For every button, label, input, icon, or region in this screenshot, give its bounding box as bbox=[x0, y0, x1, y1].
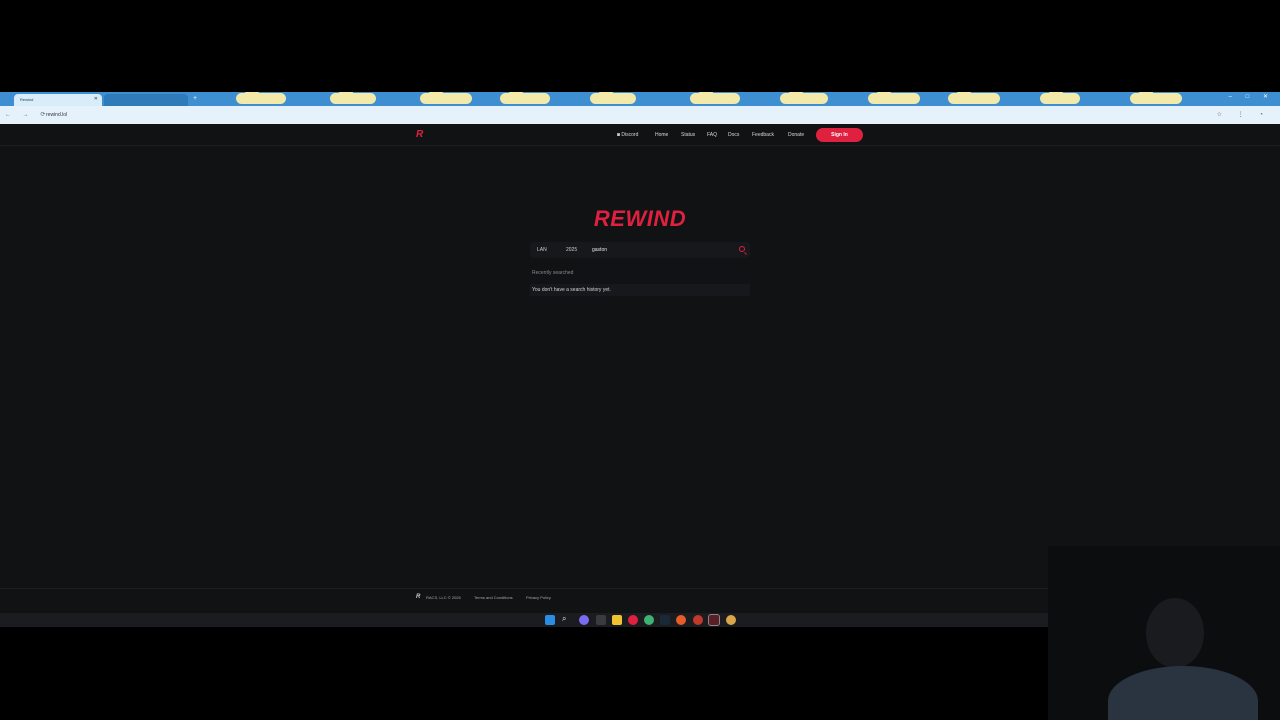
chrome-icon[interactable] bbox=[644, 615, 654, 625]
theme-cloud bbox=[236, 92, 286, 104]
site-logo[interactable]: R bbox=[416, 129, 423, 140]
webcam-person-head bbox=[1146, 598, 1204, 668]
new-tab-button[interactable]: + bbox=[193, 95, 197, 102]
privacy-link[interactable]: Privacy Policy bbox=[526, 595, 551, 600]
browser-toolbar-icons[interactable]: ☆ ⋮ ◔ bbox=[1217, 111, 1270, 118]
copilot-icon[interactable] bbox=[579, 615, 589, 625]
address-bar: ← → ⟳ rewind.lol ☆ ⋮ ◔ bbox=[0, 106, 1280, 124]
theme-cloud bbox=[330, 92, 376, 104]
url-field[interactable]: rewind.lol bbox=[46, 110, 426, 120]
feedback-link[interactable]: Feedback bbox=[752, 132, 774, 138]
theme-cloud bbox=[690, 92, 740, 104]
history-header: Recently searched bbox=[532, 270, 574, 276]
theme-cloud bbox=[1040, 92, 1080, 104]
search-icon[interactable] bbox=[739, 246, 745, 252]
tab-rewind[interactable]: Rewind ✕ bbox=[14, 94, 102, 106]
faq-link[interactable]: FAQ bbox=[707, 132, 717, 138]
file-explorer-icon[interactable] bbox=[612, 615, 622, 625]
theme-cloud bbox=[500, 92, 550, 104]
footer-logo: R bbox=[416, 594, 421, 600]
year-filter[interactable]: 2025 bbox=[566, 247, 577, 253]
nav-buttons[interactable]: ← → ⟳ bbox=[5, 111, 50, 118]
taskbar: ⌕ bbox=[0, 613, 1048, 627]
windows-start-icon[interactable] bbox=[545, 615, 555, 625]
search-bar: LAN 2025 bbox=[530, 242, 750, 258]
webcam-overlay bbox=[1048, 546, 1280, 720]
theme-cloud bbox=[948, 92, 1000, 104]
donate-link[interactable]: Donate bbox=[788, 132, 804, 138]
browser-tabstrip: Rewind ✕ bbox=[0, 92, 1280, 106]
site-navbar: R ◙ Discord Home Status FAQ Docs Feedbac… bbox=[0, 124, 1280, 146]
steam-icon[interactable] bbox=[660, 615, 670, 625]
sign-in-button[interactable]: Sign In bbox=[816, 128, 863, 142]
hero-title: REWIND bbox=[593, 206, 687, 231]
theme-cloud bbox=[420, 92, 472, 104]
screen: Rewind ✕ + – □ ✕ ← → ⟳ rewind.lol ☆ ⋮ ◔ … bbox=[0, 0, 1280, 720]
docs-link[interactable]: Docs bbox=[728, 132, 739, 138]
discord-link[interactable]: ◙ Discord bbox=[617, 132, 638, 138]
terminal-icon[interactable] bbox=[596, 615, 606, 625]
web-page: R ◙ Discord Home Status FAQ Docs Feedbac… bbox=[0, 124, 1280, 613]
app-icon-active[interactable] bbox=[708, 614, 720, 626]
search-input[interactable] bbox=[592, 244, 732, 256]
mode-filter[interactable]: LAN bbox=[537, 247, 547, 253]
theme-cloud bbox=[780, 92, 828, 104]
firefox-icon[interactable] bbox=[676, 615, 686, 625]
theme-cloud bbox=[1130, 92, 1182, 104]
discord-label: Discord bbox=[621, 132, 639, 138]
copyright: RACS, LLC © 2026 bbox=[426, 595, 461, 600]
search-history: Recently searched You don't have a searc… bbox=[530, 268, 750, 298]
close-tab-icon[interactable]: ✕ bbox=[94, 96, 98, 102]
history-empty-message: You don't have a search history yet. bbox=[530, 284, 750, 296]
theme-cloud bbox=[868, 92, 920, 104]
tab-label: Rewind bbox=[20, 97, 34, 102]
terms-link[interactable]: Terms and Conditions bbox=[474, 595, 513, 600]
status-link[interactable]: Status bbox=[681, 132, 695, 138]
webcam-person-body bbox=[1108, 666, 1258, 720]
app-icon-2[interactable] bbox=[726, 615, 736, 625]
window-controls[interactable]: – □ ✕ bbox=[1229, 93, 1274, 100]
settings-icon[interactable] bbox=[693, 615, 703, 625]
home-link[interactable]: Home bbox=[655, 132, 668, 138]
search-icon[interactable]: ⌕ bbox=[562, 614, 566, 624]
tab-background[interactable] bbox=[104, 94, 188, 106]
theme-cloud bbox=[590, 92, 636, 104]
app-icon[interactable] bbox=[628, 615, 638, 625]
